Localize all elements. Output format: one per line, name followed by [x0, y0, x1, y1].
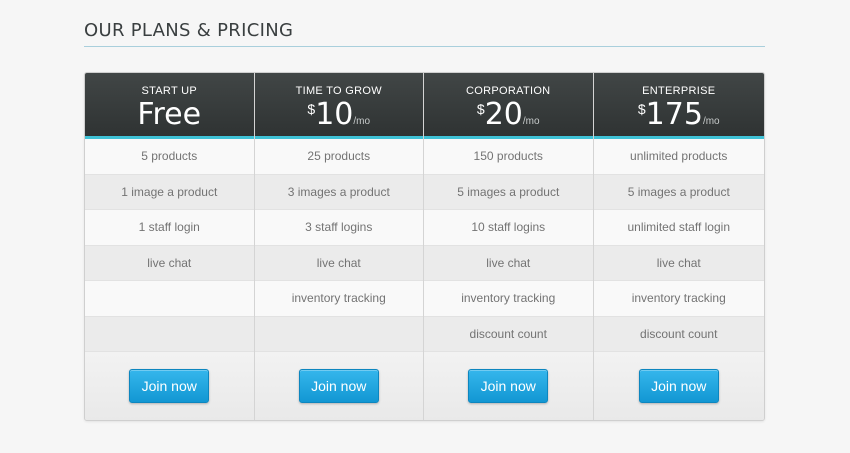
plan-header: ENTERPRISE $175/mo [593, 73, 765, 139]
plan-header: CORPORATION $20/mo [424, 73, 593, 139]
feature-cell: 1 image a product [85, 174, 254, 210]
plan-name: TIME TO GROW [295, 85, 382, 97]
feature-cell: discount count [424, 316, 593, 352]
plan-name: START UP [141, 85, 198, 97]
feature-cell: unlimited staff login [593, 210, 764, 246]
feature-cell: 150 products [424, 139, 593, 175]
price-currency: $ [637, 101, 646, 117]
price-period: /mo [702, 116, 720, 127]
feature-cell: 5 images a product [424, 174, 593, 210]
feature-cell: inventory tracking [593, 281, 764, 317]
feature-cell: 1 staff login [85, 210, 254, 246]
plan-footer: Join now [593, 352, 764, 420]
feature-cell: 5 products [85, 139, 254, 175]
feature-cell [254, 316, 423, 352]
plan-price: $175/mo [594, 99, 765, 131]
price-period: /mo [353, 116, 371, 127]
plan-name: CORPORATION [466, 85, 551, 97]
price-currency: $ [307, 101, 316, 117]
price-amount: 175 [645, 97, 703, 132]
feature-cell: discount count [593, 316, 764, 352]
plan-footer: Join now [424, 352, 593, 420]
title-divider [84, 46, 765, 47]
pricing-table: START UP Free 5 products 1 image a produ… [84, 72, 765, 421]
price-amount: 20 [484, 97, 523, 132]
feature-cell: 3 images a product [254, 174, 423, 210]
feature-cell: inventory tracking [254, 281, 423, 317]
feature-cell: 5 images a product [593, 174, 764, 210]
feature-cell: live chat [424, 245, 593, 281]
feature-cell: 3 staff logins [254, 210, 423, 246]
feature-cell: live chat [254, 245, 423, 281]
plan-footer: Join now [254, 352, 423, 420]
plan-header: TIME TO GROW $10/mo [254, 73, 424, 139]
join-now-button-time-to-grow[interactable]: Join now [298, 369, 379, 403]
join-now-button-enterprise[interactable]: Join now [638, 369, 719, 403]
feature-cell: 25 products [254, 139, 423, 175]
plan-column-enterprise: ENTERPRISE $175/mo unlimited products 5 … [593, 73, 765, 420]
plan-price: Free [85, 99, 254, 131]
plan-column-corporation: CORPORATION $20/mo 150 products 5 images… [424, 73, 594, 420]
join-now-button-start-up[interactable]: Join now [129, 369, 210, 403]
price-amount: 10 [315, 97, 354, 132]
feature-cell: unlimited products [593, 139, 764, 175]
plan-column-start-up: START UP Free 5 products 1 image a produ… [85, 73, 255, 420]
join-now-button-corporation[interactable]: Join now [468, 369, 549, 403]
feature-cell [85, 281, 254, 317]
plan-price: $10/mo [255, 99, 424, 131]
plan-header: START UP Free [85, 73, 254, 139]
feature-cell: live chat [593, 245, 764, 281]
feature-cell: inventory tracking [424, 281, 593, 317]
plan-price: $20/mo [424, 99, 593, 131]
plan-column-time-to-grow: TIME TO GROW $10/mo 25 products 3 images… [254, 73, 424, 420]
price-currency: $ [476, 101, 485, 117]
price-period: /mo [522, 116, 540, 127]
page-title: OUR PLANS & PRICING [84, 20, 294, 41]
price-free-label: Free [137, 97, 202, 132]
feature-cell: 10 staff logins [424, 210, 593, 246]
plan-name: ENTERPRISE [642, 85, 716, 97]
feature-cell [85, 316, 254, 352]
feature-cell: live chat [85, 245, 254, 281]
plan-footer: Join now [85, 352, 254, 420]
